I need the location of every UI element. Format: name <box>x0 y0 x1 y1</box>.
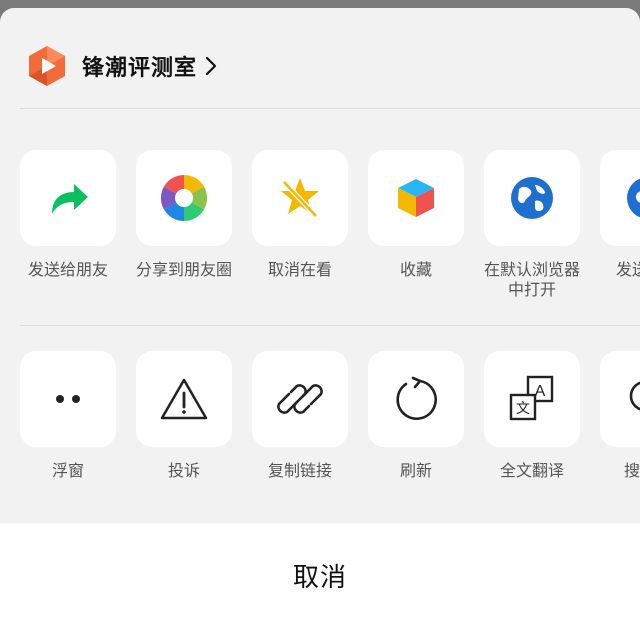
share-to-moments-tile <box>136 150 232 246</box>
copy-link-label: 复制链接 <box>267 461 332 480</box>
svg-text:文: 文 <box>516 401 530 417</box>
report-tile <box>136 351 232 447</box>
translate-tile: A 文 <box>484 351 580 447</box>
wecom-icon <box>627 178 640 218</box>
rows-divider <box>20 325 640 326</box>
unwow-tile <box>252 150 348 246</box>
floating-window-tile <box>20 351 116 447</box>
search-page-label: 搜索页 <box>623 461 640 480</box>
moments-aperture-icon <box>160 174 208 222</box>
unwow-label: 取消在看 <box>267 260 332 279</box>
report-label: 投诉 <box>167 461 200 480</box>
share-action-sheet: 锋潮评测室 发送给朋友 分享到朋友圈 取消在看 收藏 在默认浏览器中打开 发送 … <box>0 8 640 620</box>
send-to-wecom-label: 发送给企 <box>615 260 640 279</box>
header-divider <box>20 108 640 109</box>
browser-globe-icon <box>511 177 553 219</box>
send-to-friend-tile <box>20 150 116 246</box>
translate-icon: A 文 <box>509 375 554 421</box>
floating-window-icon <box>56 395 80 403</box>
account-name: 锋潮评测室 <box>82 56 198 81</box>
floating-window-label: 浮窗 <box>51 461 84 480</box>
send-to-wecom-tile <box>600 150 640 246</box>
chevron-right-icon <box>205 56 217 76</box>
svg-text:A: A <box>535 383 546 400</box>
favorites-tile <box>368 150 464 246</box>
warning-triangle-icon <box>160 378 208 420</box>
account-logo-icon <box>29 46 65 86</box>
open-in-browser-label: 在默认浏览器中打开 <box>483 260 580 299</box>
account-header[interactable]: 锋潮评测室 <box>26 42 217 90</box>
link-icon <box>277 384 323 414</box>
refresh-tile <box>368 351 464 447</box>
unwow-star-icon <box>281 178 319 218</box>
open-in-browser-tile <box>484 150 580 246</box>
send-to-friend-label: 发送给朋友 <box>27 260 108 279</box>
cancel-button[interactable]: 取消 <box>0 523 640 620</box>
search-icon <box>629 381 640 411</box>
share-to-moments-label: 分享到朋友圈 <box>135 260 232 279</box>
translate-label: 全文翻译 <box>499 461 564 480</box>
favorites-cube-icon <box>398 179 434 217</box>
favorites-label: 收藏 <box>399 260 432 279</box>
forward-arrow-icon <box>52 184 88 214</box>
cancel-label: 取消 <box>292 563 347 593</box>
copy-link-tile <box>252 351 348 447</box>
refresh-label: 刷新 <box>399 461 432 480</box>
refresh-icon <box>396 376 437 420</box>
search-page-tile <box>600 351 640 447</box>
